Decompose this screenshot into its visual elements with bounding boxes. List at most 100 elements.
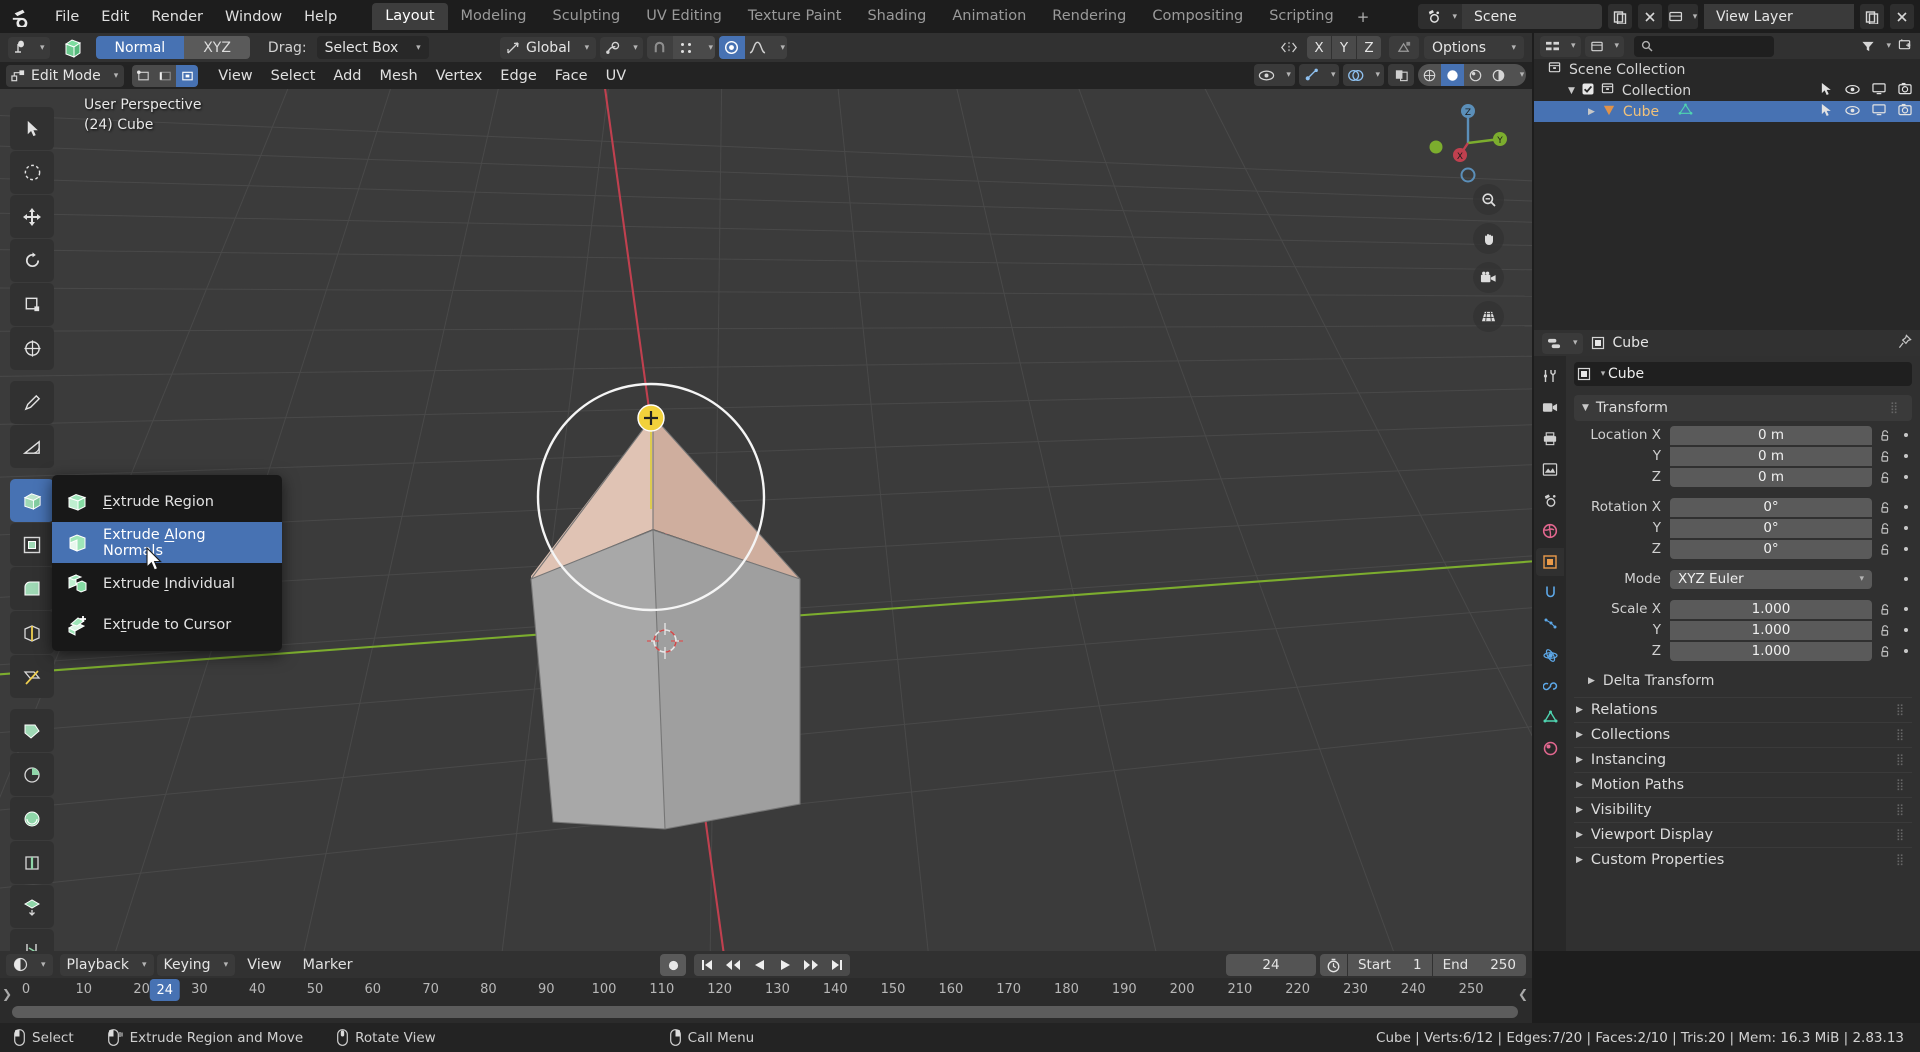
toggle-perspective-icon[interactable] (1473, 301, 1504, 332)
outliner-new-collection-icon[interactable] (1898, 38, 1912, 55)
tool-loop-cut[interactable] (10, 611, 54, 654)
timeline-scrollbar[interactable] (12, 1006, 1518, 1018)
workspace-tab-sculpting[interactable]: Sculpting (539, 3, 633, 30)
menu-item-extrude-region[interactable]: Extrude Region (52, 481, 282, 522)
location-y-field[interactable]: 0 m (1670, 446, 1872, 466)
tab-material[interactable] (1536, 734, 1564, 762)
shading-options-chevron-icon[interactable]: ▾ (1510, 64, 1526, 86)
rotation-z-field[interactable]: 0° (1670, 539, 1872, 559)
next-keyframe-button[interactable] (798, 954, 824, 976)
viewport-menu-uv[interactable]: UV (597, 66, 636, 86)
object-name-field[interactable]: ▾ Cube (1574, 362, 1912, 386)
tool-poly-build[interactable] (10, 709, 54, 752)
timeline-ruler[interactable]: 0 10 20 30 40 50 60 70 80 90 100 110 120 130 140 150 160… (0, 978, 1532, 1004)
scale-y-field[interactable]: 1.000 (1670, 620, 1872, 640)
gizmo-dropdown[interactable]: ▾ (1298, 64, 1340, 86)
tool-settings-editor-type-icon[interactable]: ▾ (8, 36, 50, 59)
scale-z-field[interactable]: 1.000 (1670, 641, 1872, 661)
properties-panel-visibility[interactable]: ▶ Visibility ⣿ (1574, 797, 1912, 822)
animate-dot-icon[interactable] (1904, 628, 1908, 632)
orientation-option-xyz[interactable]: XYZ (184, 36, 250, 59)
tab-data[interactable] (1536, 703, 1564, 731)
tab-modifiers[interactable] (1536, 579, 1564, 607)
tab-output[interactable] (1536, 424, 1564, 452)
jump-to-start-button[interactable] (694, 954, 720, 976)
solid-shading-button[interactable] (1441, 64, 1464, 86)
workspace-tab-animation[interactable]: Animation (939, 3, 1039, 30)
animate-dot-icon[interactable] (1904, 433, 1908, 437)
lock-icon[interactable] (1879, 471, 1892, 484)
disable-in-viewport-icon[interactable] (1872, 82, 1886, 99)
disable-in-renders-icon[interactable] (1898, 82, 1912, 99)
lock-icon[interactable] (1879, 501, 1892, 514)
hide-in-viewport-icon[interactable] (1845, 83, 1860, 99)
timeline-editor-type-icon[interactable]: ▾ (6, 953, 53, 976)
tool-extrude-region[interactable] (10, 479, 54, 522)
current-frame-field[interactable]: 24 (1225, 954, 1316, 976)
timeline-left-arrow-icon[interactable]: ❯ (2, 987, 12, 1001)
snap-magnet-icon[interactable] (646, 36, 673, 59)
add-workspace-button[interactable]: + (1347, 3, 1380, 31)
face-select-mode-button[interactable] (176, 64, 199, 87)
properties-panel-relations[interactable]: ▶ Relations ⣿ (1574, 697, 1912, 722)
tool-rotate[interactable] (10, 239, 54, 282)
location-z-field[interactable]: 0 m (1670, 467, 1872, 487)
outliner-display-mode-dropdown[interactable]: ▾ (1584, 35, 1625, 57)
snap-target-icon[interactable] (672, 36, 699, 59)
jump-to-end-button[interactable] (824, 954, 850, 976)
scale-x-field[interactable]: 1.000 (1670, 599, 1872, 619)
animate-dot-icon[interactable] (1904, 547, 1908, 551)
tool-spin[interactable] (10, 753, 54, 796)
tool-tweak[interactable] (10, 107, 54, 150)
tool-select-box[interactable] (10, 151, 54, 194)
lock-icon[interactable] (1879, 645, 1892, 658)
wireframe-shading-button[interactable] (1418, 64, 1441, 86)
tool-shrink-fatten[interactable] (10, 885, 54, 928)
workspace-tab-layout[interactable]: Layout (372, 3, 448, 30)
rotation-x-field[interactable]: 0° (1670, 497, 1872, 517)
tool-smooth[interactable] (10, 797, 54, 840)
top-menu-help[interactable]: Help (293, 5, 348, 29)
proportional-edit-icon[interactable] (718, 36, 745, 59)
animate-dot-icon[interactable] (1904, 505, 1908, 509)
viewport-menu-mesh[interactable]: Mesh (370, 66, 426, 86)
blender-logo-icon[interactable] (8, 6, 34, 28)
tool-move[interactable] (10, 195, 54, 238)
tab-constraints[interactable] (1536, 672, 1564, 700)
top-menu-file[interactable]: File (44, 5, 90, 29)
viewport-menu-add[interactable]: Add (324, 66, 370, 86)
transform-panel-header[interactable]: ▼ Transform ⣿ (1574, 395, 1912, 421)
viewport-menu-vertex[interactable]: Vertex (427, 66, 492, 86)
edge-select-mode-button[interactable] (154, 64, 177, 87)
timeline-playhead[interactable]: 24 (149, 979, 180, 1001)
overlays-dropdown[interactable]: ▾ (1343, 64, 1384, 86)
timeline-right-arrow-icon[interactable]: ❮ (1518, 987, 1528, 1001)
properties-panel-custom-properties[interactable]: ▶ Custom Properties ⣿ (1574, 847, 1912, 872)
transform-orientation-dropdown[interactable]: Global ▾ (500, 36, 597, 59)
animate-dot-icon[interactable] (1904, 454, 1908, 458)
animate-dot-icon[interactable] (1904, 577, 1908, 581)
lock-icon[interactable] (1879, 450, 1892, 463)
playback-dropdown[interactable]: Playback ▾ (59, 953, 154, 976)
tab-render[interactable] (1536, 393, 1564, 421)
lock-icon[interactable] (1879, 603, 1892, 616)
workspace-tab-scripting[interactable]: Scripting (1256, 3, 1346, 30)
new-view-layer-icon[interactable] (1860, 4, 1884, 29)
top-menu-edit[interactable]: Edit (90, 5, 140, 29)
tool-annotate[interactable] (10, 381, 54, 424)
delete-scene-icon[interactable] (1638, 4, 1662, 29)
selectable-cursor-icon[interactable] (1820, 82, 1833, 100)
chevron-down-icon[interactable]: ▾ (698, 36, 715, 59)
disable-in-viewport-icon[interactable] (1872, 103, 1886, 120)
tool-edge-slide[interactable] (10, 841, 54, 884)
new-scene-icon[interactable] (1608, 4, 1632, 29)
3d-viewport[interactable]: User Perspective (24) Cube Z Y X Extrude… (0, 89, 1532, 951)
navigation-gizmo[interactable]: Z Y X (1424, 99, 1512, 187)
drag-mode-dropdown[interactable]: Select Box ▾ (316, 36, 429, 59)
triangle-down-icon[interactable]: ▼ (1568, 86, 1575, 96)
timeline-marker-menu[interactable]: Marker (294, 955, 362, 975)
outliner-row-cube[interactable]: ▶ Cube (1534, 101, 1920, 122)
view-layer-browse-icon[interactable]: ▾ (1668, 4, 1698, 29)
mirror-icon[interactable] (1276, 36, 1302, 59)
options-dropdown[interactable]: Options ▾ (1424, 36, 1524, 59)
